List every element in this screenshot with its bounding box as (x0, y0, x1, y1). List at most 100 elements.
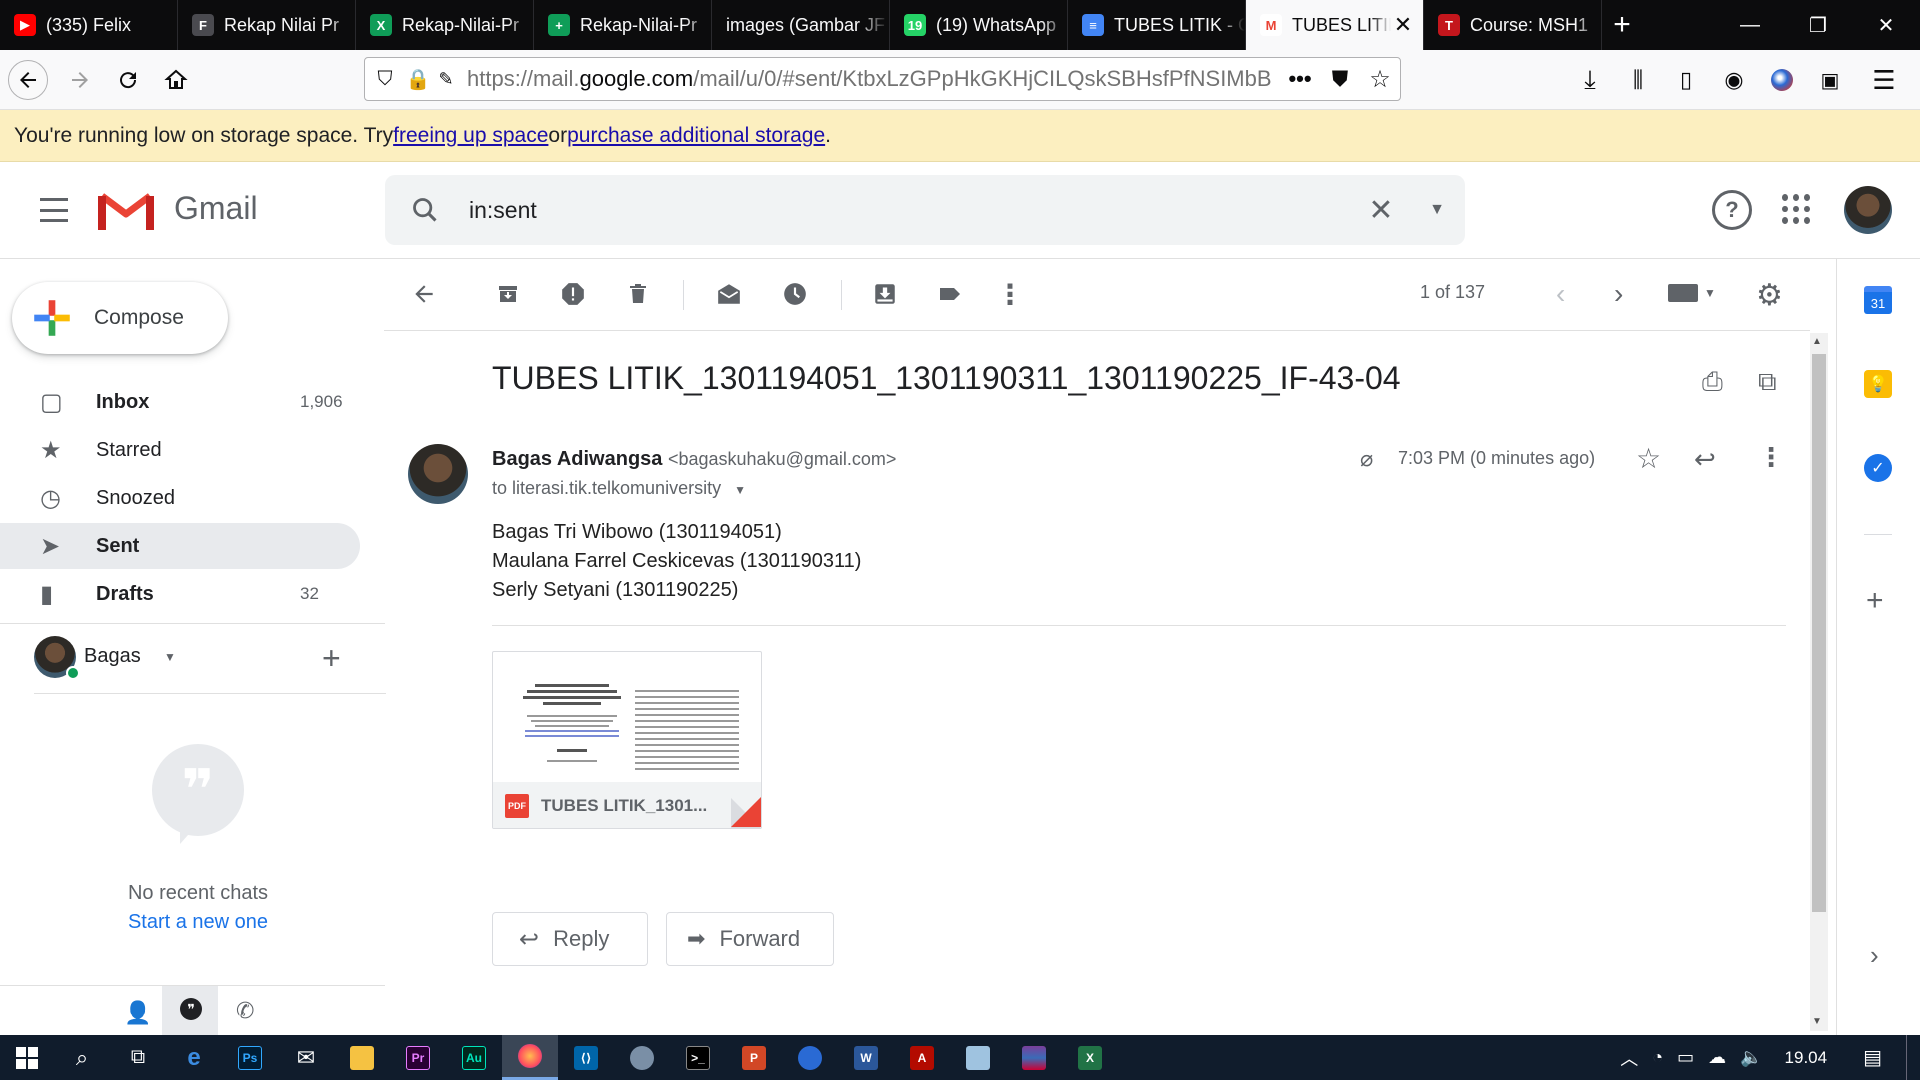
photoshop-icon[interactable]: Ps (222, 1035, 278, 1080)
input-tools-keyboard-icon[interactable] (1668, 284, 1698, 302)
file-explorer-icon[interactable] (334, 1035, 390, 1080)
app-tool-icon[interactable] (614, 1035, 670, 1080)
sidebar-item-inbox[interactable]: ▢ Inbox 1,906 (0, 379, 360, 425)
clock-time[interactable]: 19.04 (1785, 1048, 1828, 1068)
browser-tab[interactable]: F Rekap Nilai Pr (178, 0, 356, 50)
show-desktop-button[interactable] (1906, 1035, 1912, 1080)
close-tab-icon[interactable]: ✕ (1391, 12, 1415, 38)
open-in-new-window-icon[interactable]: ⧉ (1758, 366, 1777, 398)
home-button[interactable] (156, 60, 196, 100)
print-icon[interactable]: ⎙ (1702, 366, 1723, 398)
input-tools-dropdown-icon[interactable]: ▼ (1704, 286, 1716, 300)
account-avatar[interactable] (1844, 186, 1892, 234)
task-view-icon[interactable]: ⧉ (110, 1035, 166, 1080)
browser-tab[interactable]: 19 (19) WhatsApp (890, 0, 1068, 50)
new-chat-plus-icon[interactable]: + (322, 640, 341, 677)
search-options-icon[interactable]: ▼ (1409, 201, 1465, 219)
clear-search-icon[interactable]: ✕ (1353, 193, 1409, 228)
labels-button[interactable] (932, 278, 968, 310)
chat-user-name[interactable]: Bagas (84, 645, 141, 668)
keep-icon[interactable]: 💡 (1864, 370, 1892, 398)
tasks-icon[interactable]: ✓ (1864, 454, 1892, 482)
browser-tab[interactable]: X Rekap-Nilai-Pr (356, 0, 534, 50)
sender-name[interactable]: Bagas Adiwangsa (492, 448, 662, 470)
message-more-icon[interactable]: ⋮ (1758, 442, 1784, 473)
sidebar-icon[interactable]: ▯ (1666, 60, 1706, 100)
apps-grid-icon[interactable] (1782, 194, 1812, 224)
move-to-button[interactable] (867, 278, 903, 310)
restore-window-button[interactable]: ❐ (1784, 0, 1852, 50)
acrobat-icon[interactable]: A (894, 1035, 950, 1080)
onedrive-cloud-icon[interactable]: ☁ (1708, 1047, 1726, 1068)
minimize-window-button[interactable]: — (1716, 0, 1784, 50)
search-input[interactable]: in:sent (469, 197, 537, 224)
scroll-down-arrow-icon[interactable]: ▼ (1812, 1016, 1822, 1027)
search-bar[interactable]: in:sent ✕ ▼ (385, 175, 1465, 245)
volume-icon[interactable]: 🔈 (1740, 1047, 1762, 1068)
browser-tab[interactable]: M TUBES LITIK ✕ (1246, 0, 1424, 50)
winrar-icon[interactable] (1006, 1035, 1062, 1080)
sidebar-item-starred[interactable]: ★ Starred (0, 427, 360, 473)
reply-button[interactable]: ↩ Reply (492, 912, 648, 966)
more-options-icon[interactable]: ⋮ (992, 278, 1028, 310)
attachment-card[interactable]: PDF TUBES LITIK_1301... (492, 651, 762, 829)
gmail-logo-icon[interactable] (98, 190, 154, 237)
browser-tab[interactable]: images (Gambar JF (712, 0, 890, 50)
show-side-panel-chevron-icon[interactable]: › (1870, 940, 1879, 971)
bookmark-star-icon[interactable]: ☆ (1360, 65, 1400, 94)
recipient-line[interactable]: to literasi.tik.telkomuniversity ▼ (492, 478, 746, 499)
browser-tab[interactable]: + Rekap-Nilai-Pr (534, 0, 712, 50)
main-menu-icon[interactable] (34, 192, 74, 228)
audition-icon[interactable]: Au (446, 1035, 502, 1080)
contacts-person-icon[interactable]: 👤 (124, 1000, 151, 1026)
older-chevron-icon[interactable]: › (1614, 278, 1623, 310)
search-taskbar-icon[interactable]: ⌕ (54, 1035, 110, 1080)
library-icon[interactable]: ⫼ (1618, 60, 1658, 100)
notes-app-icon[interactable] (950, 1035, 1006, 1080)
report-spam-button[interactable] (555, 278, 591, 310)
tray-overflow-chevron-icon[interactable]: ︿ (1620, 1045, 1638, 1071)
newer-chevron-icon[interactable]: ‹ (1556, 278, 1565, 310)
terminal-icon[interactable]: >_ (670, 1035, 726, 1080)
scrollbar-thumb[interactable] (1812, 354, 1826, 912)
premiere-icon[interactable]: Pr (390, 1035, 446, 1080)
sidebar-item-drafts[interactable]: ▮ Drafts 32 (0, 571, 360, 617)
compose-button[interactable]: Compose (12, 282, 228, 354)
screenshot-icon[interactable]: ▣ (1810, 60, 1850, 100)
forward-button[interactable] (60, 60, 100, 100)
edge-browser-icon[interactable]: e (166, 1035, 222, 1080)
get-addons-plus-icon[interactable]: + (1866, 584, 1884, 618)
scroll-up-arrow-icon[interactable]: ▲ (1812, 336, 1822, 347)
chat-status-dropdown-icon[interactable]: ▼ (164, 650, 176, 664)
excel-icon[interactable]: X (1062, 1035, 1118, 1080)
browser-tab[interactable]: T Course: MSH1 (1424, 0, 1602, 50)
forward-button[interactable]: ➡ Forward (666, 912, 834, 966)
menu-icon[interactable]: ☰ (1864, 60, 1904, 100)
freeing-up-space-link[interactable]: freeing up space (393, 124, 548, 148)
help-icon[interactable]: ? (1712, 190, 1752, 230)
start-windows-icon[interactable] (0, 1035, 54, 1080)
settings-gear-icon[interactable]: ⚙ (1756, 278, 1783, 313)
mail-app-icon[interactable]: ✉ (278, 1035, 334, 1080)
star-icon[interactable]: ☆ (1636, 442, 1661, 475)
back-to-sent-button[interactable] (406, 278, 442, 310)
account-icon[interactable]: ◉ (1714, 60, 1754, 100)
page-actions-icon[interactable]: ••• (1280, 66, 1320, 92)
search-icon[interactable] (385, 196, 465, 224)
download-icon[interactable]: ⤓ (1570, 60, 1610, 100)
hangouts-chat-icon[interactable]: ❞ (180, 998, 202, 1020)
pocket-icon[interactable]: ⛊ (1320, 66, 1360, 92)
battery-icon[interactable]: ▭ (1677, 1047, 1694, 1068)
browser-tab[interactable]: ▶ (335) Felix (0, 0, 178, 50)
phone-call-icon[interactable]: ✆ (236, 998, 254, 1024)
mark-unread-button[interactable] (711, 278, 747, 310)
notifications-icon[interactable]: ▤ (1863, 1045, 1882, 1070)
url-bar[interactable]: ⛉ 🔒 ✎ https://mail.google.com/mail/u/0/#… (364, 57, 1401, 101)
sidebar-item-snoozed[interactable]: ◷ Snoozed (0, 475, 360, 521)
browser-tab[interactable]: ≡ TUBES LITIK - G (1068, 0, 1246, 50)
reload-button[interactable] (108, 60, 148, 100)
sidebar-item-sent[interactable]: ➤ Sent (0, 523, 360, 569)
archive-button[interactable] (490, 278, 526, 310)
purchase-storage-link[interactable]: purchase additional storage (567, 124, 825, 148)
recipient-details-dropdown-icon[interactable]: ▼ (734, 483, 746, 497)
